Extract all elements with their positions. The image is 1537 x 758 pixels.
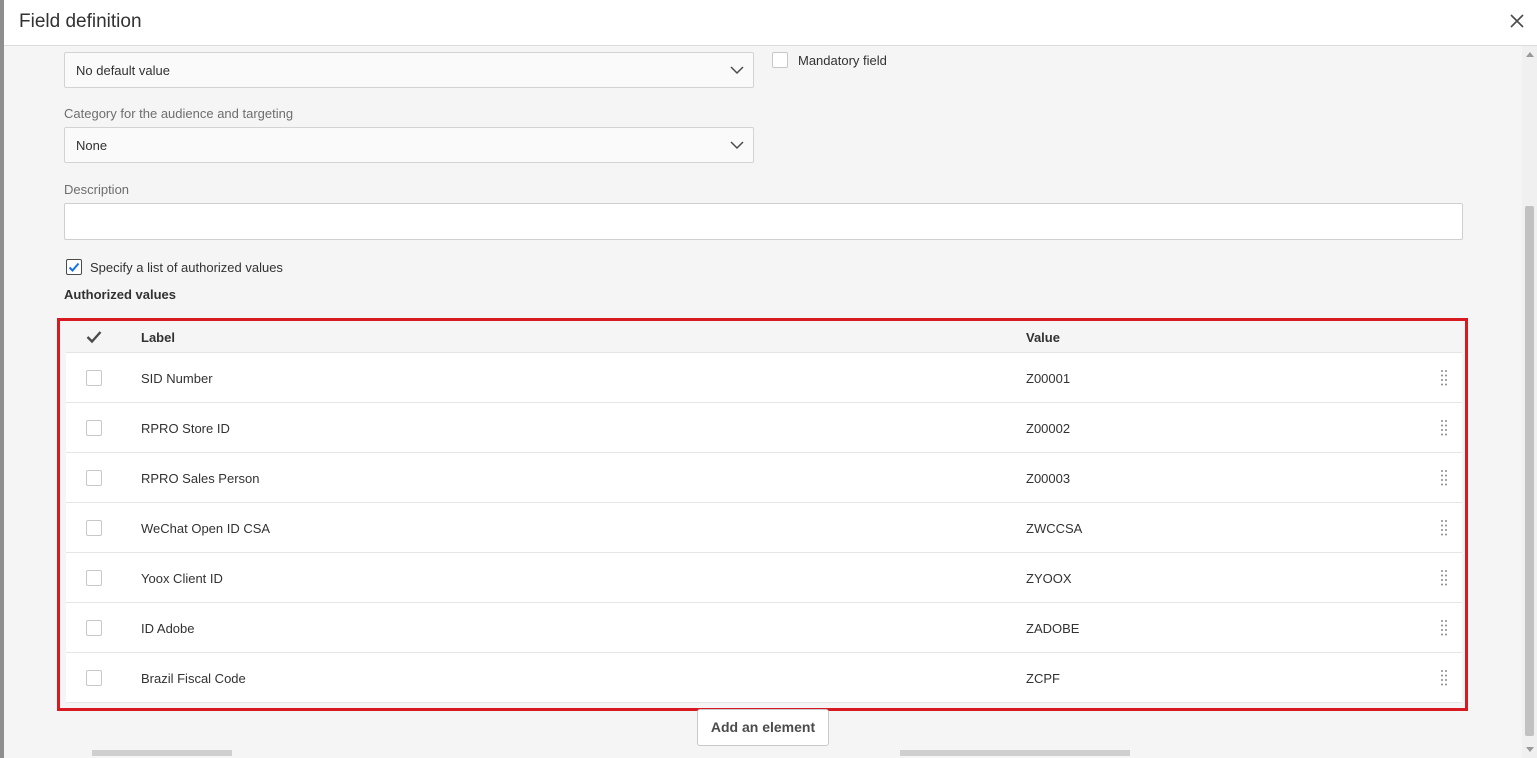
clipped-content (92, 750, 232, 756)
row-value: Z00001 (1026, 371, 1071, 386)
row-value: ZADOBE (1026, 621, 1080, 636)
row-checkbox[interactable] (86, 470, 102, 486)
row-label: ID Adobe (141, 621, 195, 636)
table-row[interactable]: RPRO Sales Person Z00003 (66, 453, 1462, 503)
column-header-value[interactable]: Value (1026, 330, 1060, 345)
table-row[interactable]: RPRO Store ID Z00002 (66, 403, 1462, 453)
table-header: Label Value (66, 323, 1462, 353)
chevron-down-icon (730, 66, 744, 75)
row-checkbox[interactable] (86, 670, 102, 686)
dialog-header: Field definition (4, 0, 1537, 46)
drag-handle-icon[interactable] (1440, 619, 1448, 637)
authorized-values-checkbox-label: Specify a list of authorized values (90, 260, 283, 275)
category-label: Category for the audience and targeting (64, 106, 294, 121)
drag-handle-icon[interactable] (1440, 469, 1448, 487)
drag-handle-icon[interactable] (1440, 519, 1448, 537)
row-value: ZYOOX (1026, 571, 1072, 586)
table-row[interactable]: Yoox Client ID ZYOOX (66, 553, 1462, 603)
table-row[interactable]: ID Adobe ZADOBE (66, 603, 1462, 653)
drag-handle-icon[interactable] (1440, 419, 1448, 437)
row-value: Z00003 (1026, 471, 1071, 486)
row-checkbox[interactable] (86, 520, 102, 536)
table-row[interactable]: WeChat Open ID CSA ZWCCSA (66, 503, 1462, 553)
clipped-content (900, 750, 1130, 756)
row-label: RPRO Store ID (141, 421, 230, 436)
row-label: SID Number (141, 371, 213, 386)
row-value: ZCPF (1026, 671, 1060, 686)
row-checkbox[interactable] (86, 620, 102, 636)
row-checkbox[interactable] (86, 370, 102, 386)
row-checkbox[interactable] (86, 570, 102, 586)
mandatory-field-checkbox[interactable] (772, 52, 788, 68)
add-element-button[interactable]: Add an element (697, 709, 829, 746)
row-label: Brazil Fiscal Code (141, 671, 246, 686)
authorized-values-table: Label Value SID Number Z00001 RPRO Store… (57, 318, 1468, 711)
description-field[interactable] (64, 203, 1463, 240)
default-value-select[interactable]: No default value (64, 52, 754, 88)
dialog-body: No default value Mandatory field Categor… (0, 46, 1522, 758)
mandatory-field-label: Mandatory field (798, 53, 887, 68)
scroll-down-arrow-icon[interactable] (1526, 747, 1534, 752)
row-value: ZWCCSA (1026, 521, 1083, 536)
vertical-scrollbar[interactable] (1522, 46, 1537, 758)
row-label: WeChat Open ID CSA (141, 521, 271, 536)
drag-handle-icon[interactable] (1440, 569, 1448, 587)
row-label: RPRO Sales Person (141, 471, 260, 486)
default-value-selected: No default value (76, 63, 170, 78)
table-body: SID Number Z00001 RPRO Store ID Z00002 R… (66, 353, 1462, 703)
column-header-label[interactable]: Label (141, 330, 175, 345)
authorized-values-heading: Authorized values (64, 287, 176, 302)
scrollbar-thumb[interactable] (1525, 206, 1534, 736)
scroll-up-arrow-icon[interactable] (1526, 52, 1534, 57)
drag-handle-icon[interactable] (1440, 669, 1448, 687)
row-value: Z00002 (1026, 421, 1071, 436)
drag-handle-icon[interactable] (1440, 369, 1448, 387)
table-row[interactable]: SID Number Z00001 (66, 353, 1462, 403)
chevron-down-icon (730, 141, 744, 150)
close-icon[interactable] (1507, 11, 1527, 31)
authorized-values-checkbox[interactable] (66, 259, 82, 275)
category-selected: None (76, 138, 108, 153)
select-all-check-icon[interactable] (86, 330, 102, 344)
row-checkbox[interactable] (86, 420, 102, 436)
check-icon (68, 262, 80, 272)
category-select[interactable]: None (64, 127, 754, 163)
row-label: Yoox Client ID (141, 571, 223, 586)
dialog-title: Field definition (19, 11, 142, 32)
table-row[interactable]: Brazil Fiscal Code ZCPF (66, 653, 1462, 703)
description-label: Description (64, 182, 130, 197)
